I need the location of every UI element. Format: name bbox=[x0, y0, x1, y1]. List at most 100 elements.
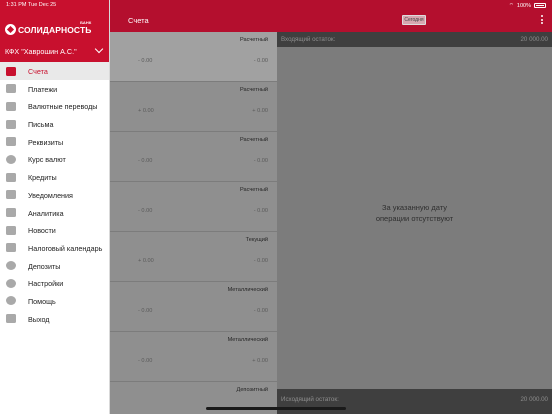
account-row[interactable]: Металлический - 0.00 - 0.00 bbox=[110, 282, 277, 332]
account-type: Расчетный bbox=[239, 137, 268, 143]
sidebar-item-label: Валютные переводы bbox=[28, 102, 98, 112]
sidebar-item-label: Счета bbox=[28, 67, 48, 76]
account-row[interactable]: Металлический - 0.00 + 0.00 bbox=[110, 332, 277, 382]
percent-icon bbox=[6, 172, 16, 182]
status-time: 1:31 PM bbox=[6, 2, 27, 8]
account-outgoing: - 0.00 bbox=[253, 308, 268, 314]
sidebar-item-label: Курс валют bbox=[28, 155, 66, 165]
sidebar-item[interactable]: Настройки bbox=[0, 274, 109, 292]
transfer-icon bbox=[6, 101, 16, 111]
help-icon bbox=[6, 296, 16, 306]
company-name[interactable]: КФХ "Хаврошин А.С." bbox=[5, 47, 77, 56]
sidebar-item[interactable]: Счета bbox=[0, 62, 109, 80]
sidebar-item-label: Платежи bbox=[28, 84, 58, 94]
calendar-icon bbox=[6, 243, 16, 253]
sidebar-item[interactable]: Кредиты bbox=[0, 168, 109, 186]
account-incoming: - 0.00 bbox=[138, 308, 153, 314]
chart-icon bbox=[6, 208, 16, 217]
coins-icon bbox=[6, 154, 16, 164]
outgoing-balance-value: 20 000.00 bbox=[520, 396, 548, 403]
chevron-down-icon[interactable] bbox=[94, 44, 104, 54]
account-row[interactable]: Расчетный + 0.00 + 0.00 bbox=[110, 82, 277, 132]
sidebar-item[interactable]: Валютные переводы bbox=[0, 97, 109, 115]
sidebar-item-label: Реквизиты bbox=[28, 137, 64, 147]
sidebar-item[interactable]: Аналитика bbox=[0, 204, 109, 222]
sidebar-item[interactable]: Налоговый календарь bbox=[0, 239, 109, 257]
sidebar-item[interactable]: Депозиты bbox=[0, 257, 109, 275]
deposit-icon bbox=[6, 261, 16, 271]
sidebar-item-label: Выход bbox=[28, 314, 50, 324]
incoming-balance-value: 20 000.00 bbox=[520, 36, 548, 43]
sidebar-item-label: Налоговый календарь bbox=[28, 243, 103, 253]
account-row[interactable]: Расчетный - 0.00 - 0.00 bbox=[110, 182, 277, 232]
account-outgoing: - 0.00 bbox=[253, 208, 268, 214]
account-row[interactable]: Расчетный - 0.00 - 0.00 bbox=[110, 32, 277, 82]
today-button[interactable]: Сегодня bbox=[402, 15, 426, 25]
gear-icon bbox=[6, 278, 16, 288]
outgoing-balance-bar: Исходящий остаток: 20 000.00 bbox=[277, 389, 552, 414]
sidebar-item[interactable]: Платежи bbox=[0, 80, 109, 98]
account-row[interactable]: Текущий + 0.00 - 0.00 bbox=[110, 232, 277, 282]
sidebar-item-label: Помощь bbox=[28, 296, 56, 306]
account-outgoing: + 0.00 bbox=[252, 358, 268, 364]
home-indicator[interactable] bbox=[206, 407, 346, 410]
account-incoming: - 0.00 bbox=[138, 358, 153, 364]
account-outgoing: + 0.00 bbox=[252, 108, 268, 114]
clipboard-icon bbox=[6, 137, 16, 147]
accounts-list: Расчетный - 0.00 - 0.00 Расчетный + 0.00 + 0.… bbox=[110, 32, 277, 414]
status-right: ⌔ 100% bbox=[509, 2, 546, 9]
sidebar-item[interactable]: Реквизиты bbox=[0, 133, 109, 151]
sidebar-item[interactable]: Помощь bbox=[0, 292, 109, 310]
sidebar-item-label: Письма bbox=[28, 120, 54, 130]
account-row[interactable]: Расчетный - 0.00 - 0.00 bbox=[110, 132, 277, 182]
mail-icon bbox=[6, 119, 16, 129]
account-incoming: + 0.00 bbox=[138, 108, 154, 114]
more-options-icon[interactable] bbox=[541, 15, 544, 25]
sidebar-item-label: Уведомления bbox=[28, 190, 73, 200]
incoming-balance-bar: Входящий остаток: 20 000.00 bbox=[277, 32, 552, 47]
status-bar: 1:31 PM Tue Dec 25 ⌔ 100% bbox=[0, 0, 552, 10]
wallet-icon bbox=[6, 66, 16, 76]
outgoing-balance-label: Исходящий остаток: bbox=[281, 396, 339, 403]
wifi-icon: ⌔ bbox=[508, 3, 514, 9]
sidebar-item[interactable]: Новости bbox=[0, 221, 109, 239]
news-icon bbox=[6, 225, 16, 235]
logo-mark-icon bbox=[5, 24, 16, 35]
empty-operations-message: За указанную дату операции отсутствуют bbox=[375, 203, 454, 223]
side-menu: СОЛИДАРНОСТЬ БАНК КФХ "Хаврошин А.С." Сч… bbox=[0, 0, 110, 414]
sidebar-menu: Счета Платежи Валютные переводы Письма Рекви… bbox=[0, 62, 109, 327]
account-type: Расчетный bbox=[239, 37, 268, 43]
sidebar-item[interactable]: Выход bbox=[0, 310, 109, 328]
account-type: Расчетный bbox=[239, 187, 268, 193]
sidebar-item-label: Депозиты bbox=[28, 261, 61, 271]
status-date: Tue Dec 25 bbox=[28, 2, 57, 8]
account-incoming: + 0.00 bbox=[138, 258, 154, 264]
account-type: Металлический bbox=[227, 287, 268, 293]
account-incoming: - 0.00 bbox=[138, 58, 153, 64]
bank-logo: СОЛИДАРНОСТЬ БАНК bbox=[5, 20, 92, 35]
account-outgoing: - 0.00 bbox=[253, 158, 268, 164]
account-outgoing: - 0.00 bbox=[253, 58, 268, 64]
battery-percent: 100% bbox=[516, 2, 531, 9]
sidebar-item-label: Настройки bbox=[28, 279, 64, 289]
folder-icon bbox=[6, 84, 16, 94]
exit-icon bbox=[6, 314, 16, 324]
account-type: Депозитный bbox=[236, 387, 268, 393]
sidebar-item-label: Аналитика bbox=[28, 208, 64, 218]
account-incoming: - 0.00 bbox=[138, 158, 153, 164]
sidebar-item[interactable]: Курс валют bbox=[0, 150, 109, 168]
incoming-balance-label: Входящий остаток: bbox=[281, 36, 336, 43]
account-details-panel: Входящий остаток: 20 000.00 За указанную… bbox=[277, 32, 552, 414]
account-type: Металлический bbox=[227, 337, 268, 343]
account-outgoing: - 0.00 bbox=[253, 258, 268, 264]
logo-sub: БАНК bbox=[80, 19, 92, 25]
logo-name: СОЛИДАРНОСТЬ bbox=[18, 24, 92, 35]
sidebar-item-label: Новости bbox=[28, 226, 56, 236]
page-title: Счета bbox=[128, 16, 149, 25]
sidebar-item[interactable]: Уведомления bbox=[0, 186, 109, 204]
sidebar-item[interactable]: Письма bbox=[0, 115, 109, 133]
account-type: Текущий bbox=[245, 237, 268, 243]
megaphone-icon bbox=[6, 190, 16, 200]
account-incoming: - 0.00 bbox=[138, 208, 153, 214]
account-type: Расчетный bbox=[239, 87, 268, 93]
